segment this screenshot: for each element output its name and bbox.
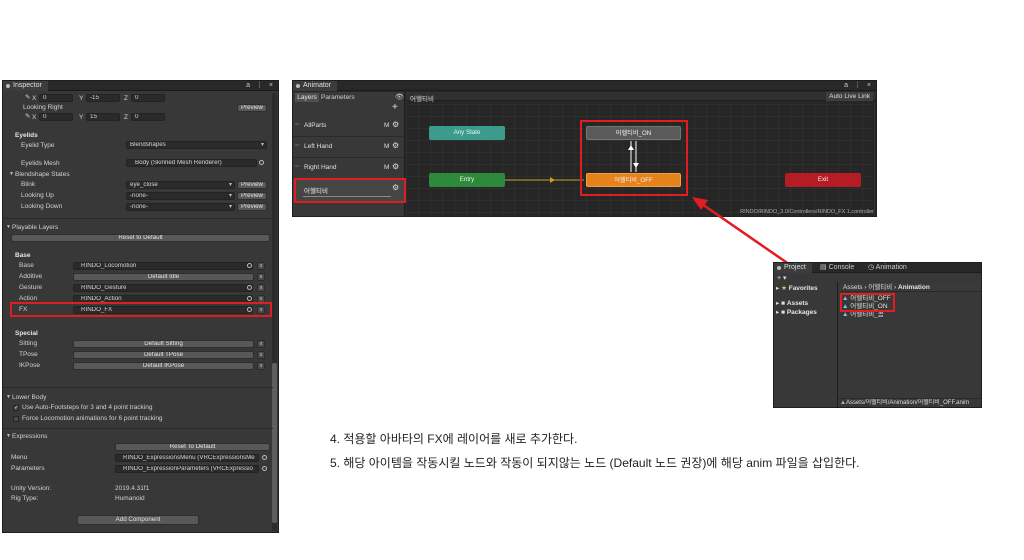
breadcrumb-assets[interactable]: Assets [843, 284, 863, 291]
animation-icon: ◷ [868, 264, 876, 271]
tab-console[interactable]: ▤ Console [820, 263, 854, 273]
folder-icon [777, 266, 781, 270]
anim-files-highlight-box [840, 293, 895, 312]
assets-folder[interactable]: ▸ ■ Assets [776, 299, 808, 307]
tab-project-label: Project [784, 264, 806, 271]
caption-step-5: 5. 해당 아이템을 작동시킬 노드와 작동이 되지않는 노드 (Default… [330, 456, 860, 470]
project-tabbar: Project ▤ Console ◷ Animation [774, 263, 981, 273]
caption-step-4: 4. 적용할 아바타의 FX에 레이어를 새로 추가한다. [330, 432, 578, 446]
selected-asset-path: Assets/어헬티비/Animation/어헬티비_OFF.anim [845, 400, 970, 406]
tab-animation-label: Animation [875, 264, 907, 271]
tab-animation[interactable]: ◷ Animation [868, 263, 907, 273]
file-name: 어헬티비_콤 [850, 311, 884, 318]
favorites-item[interactable]: ▸ ★ Favorites [776, 284, 818, 292]
packages-folder[interactable]: ▸ ■ Packages [776, 308, 817, 316]
create-asset-button[interactable]: + ▾ [777, 274, 787, 282]
packages-label: Packages [786, 309, 817, 316]
console-icon: ▤ [820, 264, 829, 271]
assets-label: Assets [786, 300, 809, 307]
status-bar: ▲Assets/어헬티비/Animation/어헬티비_OFF.anim [838, 398, 981, 407]
project-panel: Project ▤ Console ◷ Animation + ▾ ▸ ★ Fa… [773, 262, 982, 408]
breadcrumb: Assets › 어헬티비 › Animation [840, 283, 981, 292]
star-icon: ★ [781, 285, 787, 292]
tab-project[interactable]: Project [774, 263, 812, 273]
breadcrumb-folder[interactable]: 어헬티비 [868, 284, 892, 291]
anim-file-icon: ▲ [842, 311, 851, 318]
list-item[interactable]: ▲ 어헬티비_콤 [842, 311, 891, 319]
folder-tree: ▸ ★ Favorites ▸ ■ Assets ▸ ■ Packages [774, 282, 838, 407]
breadcrumb-animation[interactable]: Animation [898, 284, 930, 291]
tab-console-label: Console [828, 264, 855, 271]
favorites-label: Favorites [788, 285, 818, 292]
